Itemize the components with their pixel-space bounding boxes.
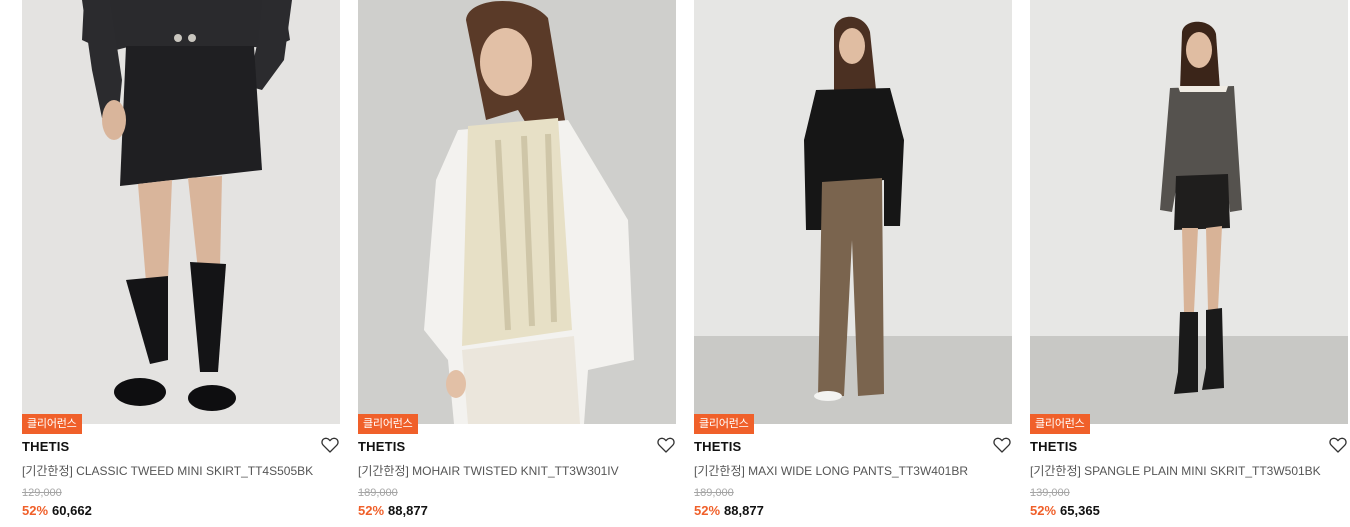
clearance-badge: 클리어런스 (22, 414, 82, 434)
clearance-badge: 클리어런스 (358, 414, 418, 434)
product-name[interactable]: [기간한정] MAXI WIDE LONG PANTS_TT3W401BR (694, 462, 1012, 479)
sale-price: 60,662 (52, 503, 92, 518)
clearance-badge: 클리어런스 (694, 414, 754, 434)
brand-name[interactable]: THETIS (694, 439, 741, 454)
original-price: 129,000 (22, 487, 62, 499)
discount-rate: 52% (358, 503, 385, 518)
product-image[interactable] (694, 0, 1012, 424)
price-line: 52% 88,877 (358, 503, 428, 518)
product-name[interactable]: [기간한정] SPANGLE PLAIN MINI SKRIT_TT3W501B… (1030, 462, 1348, 479)
brand-name[interactable]: THETIS (22, 439, 69, 454)
brand-name[interactable]: THETIS (1030, 439, 1077, 454)
heart-outline-icon[interactable] (656, 435, 676, 455)
product-image[interactable] (1030, 0, 1348, 424)
product-name[interactable]: [기간한정] CLASSIC TWEED MINI SKIRT_TT4S505B… (22, 462, 340, 479)
brand-name[interactable]: THETIS (358, 439, 405, 454)
original-price: 189,000 (358, 487, 398, 499)
original-price: 189,000 (694, 487, 734, 499)
product-image[interactable] (22, 0, 340, 424)
price-line: 52% 88,877 (694, 503, 764, 518)
original-price: 139,000 (1030, 487, 1070, 499)
heart-outline-icon[interactable] (992, 435, 1012, 455)
heart-outline-icon[interactable] (320, 435, 340, 455)
product-image[interactable] (358, 0, 676, 424)
sale-price: 88,877 (724, 503, 764, 518)
discount-rate: 52% (1030, 503, 1057, 518)
product-card: 클리어런스 THETIS [기간한정] SPANGLE PLAIN MINI S… (1030, 0, 1348, 527)
product-name[interactable]: [기간한정] MOHAIR TWISTED KNIT_TT3W301IV (358, 462, 676, 479)
product-card: 클리어런스 THETIS [기간한정] MAXI WIDE LONG PANTS… (694, 0, 1012, 527)
product-card: 클리어런스 THETIS [기간한정] MOHAIR TWISTED KNIT_… (358, 0, 676, 527)
sale-price: 88,877 (388, 503, 428, 518)
heart-outline-icon[interactable] (1328, 435, 1348, 455)
discount-rate: 52% (22, 503, 49, 518)
product-card: 클리어런스 THETIS [기간한정] CLASSIC TWEED MINI S… (22, 0, 340, 527)
clearance-badge: 클리어런스 (1030, 414, 1090, 434)
discount-rate: 52% (694, 503, 721, 518)
product-grid: 클리어런스 THETIS [기간한정] CLASSIC TWEED MINI S… (22, 0, 1348, 527)
price-line: 52% 65,365 (1030, 503, 1100, 518)
price-line: 52% 60,662 (22, 503, 92, 518)
sale-price: 65,365 (1060, 503, 1100, 518)
